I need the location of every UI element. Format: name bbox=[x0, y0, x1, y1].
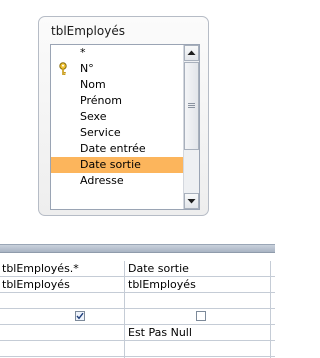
grid-row-sort bbox=[0, 293, 275, 309]
field-list-scrollbar[interactable] bbox=[183, 45, 199, 209]
field-label: Adresse bbox=[80, 174, 124, 187]
field-item-all[interactable]: * bbox=[51, 45, 185, 61]
arrow-up-icon bbox=[187, 50, 196, 55]
field-item-date-sortie[interactable]: Date sortie bbox=[51, 157, 185, 173]
grid-row-criteria: Est Pas Null bbox=[0, 325, 275, 341]
grid-column-divider[interactable] bbox=[124, 261, 125, 358]
field-list[interactable]: * N° Nom Prénom Sexe Service Date entrée… bbox=[50, 44, 200, 210]
grid-cell-table[interactable]: tblEmployés bbox=[128, 277, 268, 292]
grid-gutter bbox=[0, 253, 275, 261]
grid-cell-field[interactable]: Date sortie bbox=[128, 261, 268, 276]
field-label: Service bbox=[80, 126, 121, 139]
field-item-sexe[interactable]: Sexe bbox=[51, 109, 185, 125]
field-label: Date entrée bbox=[80, 142, 146, 155]
field-item-prenom[interactable]: Prénom bbox=[51, 93, 185, 109]
field-label: * bbox=[80, 46, 86, 59]
grip-line bbox=[188, 107, 195, 108]
grid-row-field: tblEmployés.* Date sortie bbox=[0, 261, 275, 277]
grid-row-show bbox=[0, 309, 275, 325]
table-field-list[interactable]: tblEmployés * N° Nom Prénom Sexe Service… bbox=[38, 16, 209, 216]
show-checkbox-checked[interactable] bbox=[75, 311, 85, 321]
grid-cell-criteria[interactable] bbox=[2, 325, 122, 340]
show-checkbox-unchecked[interactable] bbox=[196, 311, 206, 321]
table-title[interactable]: tblEmployés bbox=[51, 24, 125, 38]
field-item-adresse[interactable]: Adresse bbox=[51, 173, 185, 189]
grid-row-or bbox=[0, 341, 275, 357]
grip-line bbox=[188, 103, 195, 104]
grid-row-table: tblEmployés tblEmployés bbox=[0, 277, 275, 293]
grid-column-divider[interactable] bbox=[270, 261, 271, 358]
arrow-down-icon bbox=[187, 199, 196, 204]
grid-cell-sort[interactable] bbox=[2, 293, 122, 308]
grid-cell-table[interactable]: tblEmployés bbox=[2, 277, 122, 292]
field-label: Sexe bbox=[80, 110, 107, 123]
grid-cell-or[interactable] bbox=[2, 341, 122, 356]
grip-line bbox=[188, 105, 195, 106]
field-item-nom[interactable]: Nom bbox=[51, 77, 185, 93]
grid-cell-or[interactable] bbox=[128, 341, 268, 356]
primary-key-icon bbox=[59, 62, 67, 75]
grid-cell-field[interactable]: tblEmployés.* bbox=[2, 261, 122, 276]
scroll-up-button[interactable] bbox=[184, 45, 199, 61]
checkmark-icon bbox=[76, 312, 84, 320]
field-label: Prénom bbox=[80, 94, 122, 107]
grid-cell-criteria[interactable]: Est Pas Null bbox=[128, 325, 268, 340]
scroll-down-button[interactable] bbox=[184, 193, 199, 209]
scroll-thumb[interactable] bbox=[184, 62, 199, 150]
field-item-date-entree[interactable]: Date entrée bbox=[51, 141, 185, 157]
field-item-service[interactable]: Service bbox=[51, 125, 185, 141]
pane-splitter[interactable] bbox=[0, 244, 275, 253]
field-item-numero[interactable]: N° bbox=[51, 61, 185, 77]
field-label: N° bbox=[80, 62, 94, 75]
field-label: Nom bbox=[80, 78, 106, 91]
field-label: Date sortie bbox=[80, 158, 141, 171]
grid-cell-sort[interactable] bbox=[128, 293, 268, 308]
